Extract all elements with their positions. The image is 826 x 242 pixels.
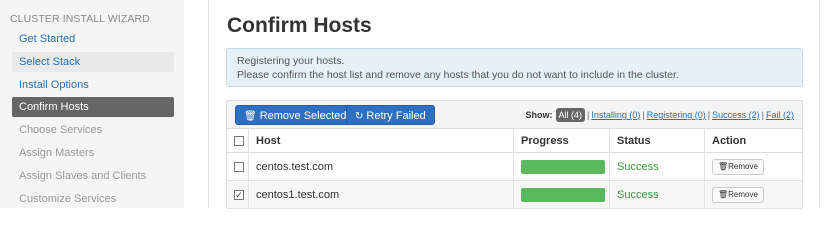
- action-cell: 🗑Remove: [712, 181, 764, 208]
- host-name: centos.test.com: [256, 160, 334, 173]
- filter-installing[interactable]: Installing (0): [591, 110, 640, 120]
- wizard-sidebar: CLUSTER INSTALL WIZARD Get Started Selec…: [0, 0, 184, 208]
- remove-selected-button[interactable]: 🗑 Remove Selected: [235, 105, 356, 125]
- filter-sep: |: [761, 110, 764, 120]
- retry-failed-button[interactable]: ↻ Retry Failed: [346, 105, 435, 125]
- filter-label: Show:: [525, 110, 553, 120]
- col-divider: [609, 129, 610, 209]
- remove-label: Remove: [728, 161, 758, 171]
- remove-label: Remove: [728, 189, 758, 199]
- filter-sep: |: [642, 110, 645, 120]
- sidebar-step-confirm-hosts[interactable]: Confirm Hosts: [12, 97, 174, 117]
- col-divider: [704, 129, 705, 209]
- info-line-1: Registering your hosts.: [237, 55, 345, 67]
- sidebar-step-assign-masters: Assign Masters: [19, 147, 95, 159]
- trash-icon: 🗑: [718, 161, 729, 171]
- select-all-cell: [234, 129, 244, 152]
- col-divider: [513, 129, 514, 209]
- column-divider: [208, 0, 209, 208]
- row-checkbox-checked[interactable]: ✓: [234, 189, 244, 200]
- progress-bar: [521, 187, 605, 202]
- sidebar-step-choose-services: Choose Services: [19, 124, 103, 136]
- remove-host-button[interactable]: 🗑Remove: [712, 186, 764, 203]
- info-line-2: Please confirm the host list and remove …: [237, 69, 679, 81]
- remove-selected-label: Remove Selected: [259, 110, 347, 122]
- filter-success[interactable]: Success (2): [712, 110, 760, 120]
- table-toolbar: 🗑 Remove Selected ↻ Retry Failed Show: All …: [227, 101, 802, 129]
- filter-all[interactable]: All (4): [555, 108, 586, 122]
- progress-bar: [521, 159, 605, 174]
- header-progress[interactable]: Progress: [521, 129, 569, 152]
- row-select-cell: ✓: [234, 181, 244, 208]
- progress-cell: [521, 153, 605, 180]
- remove-host-button[interactable]: 🗑Remove: [712, 158, 764, 175]
- progress-cell: [521, 181, 605, 208]
- header-host[interactable]: Host: [256, 129, 280, 152]
- info-alert: Registering your hosts. Please confirm t…: [226, 48, 803, 87]
- sidebar-step-customize-services: Customize Services: [19, 193, 117, 205]
- filter-fail[interactable]: Fail (2): [766, 110, 794, 120]
- table-row: ✓ centos1.test.com Success 🗑Remove: [227, 181, 802, 209]
- sidebar-title: CLUSTER INSTALL WIZARD: [10, 13, 150, 25]
- filter-sep: |: [707, 110, 711, 120]
- trash-icon: 🗑: [244, 111, 257, 122]
- trash-icon: 🗑: [718, 189, 729, 199]
- refresh-icon: ↻: [355, 111, 364, 122]
- right-divider: [819, 0, 820, 208]
- col-divider: [248, 129, 249, 209]
- host-name: centos1.test.com: [256, 188, 340, 201]
- header-status[interactable]: Status: [617, 129, 651, 152]
- filter-registering[interactable]: Registering (0): [647, 110, 706, 120]
- sidebar-step-select-stack[interactable]: Select Stack: [12, 52, 174, 72]
- sidebar-step-get-started[interactable]: Get Started: [12, 29, 174, 49]
- page-title: Confirm Hosts: [227, 14, 372, 37]
- sidebar-step-assign-slaves: Assign Slaves and Clients: [19, 170, 147, 182]
- row-checkbox[interactable]: [234, 161, 244, 172]
- hosts-table: 🗑 Remove Selected ↻ Retry Failed Show: All …: [226, 100, 803, 209]
- action-cell: 🗑Remove: [712, 153, 764, 180]
- select-all-checkbox[interactable]: [234, 135, 244, 146]
- row-select-cell: [234, 153, 244, 180]
- table-header: Host Progress Status Action: [227, 129, 802, 153]
- table-row: centos.test.com Success 🗑Remove: [227, 153, 802, 181]
- status-text[interactable]: Success: [617, 181, 659, 208]
- retry-failed-label: Retry Failed: [366, 110, 426, 122]
- filter-sep: |: [587, 110, 590, 120]
- status-filter: Show: All (4) | Installing (0) | Registering …: [526, 108, 794, 122]
- header-action: Action: [712, 134, 747, 147]
- sidebar-step-install-options[interactable]: Install Options: [12, 75, 174, 95]
- status-text[interactable]: Success: [617, 153, 659, 180]
